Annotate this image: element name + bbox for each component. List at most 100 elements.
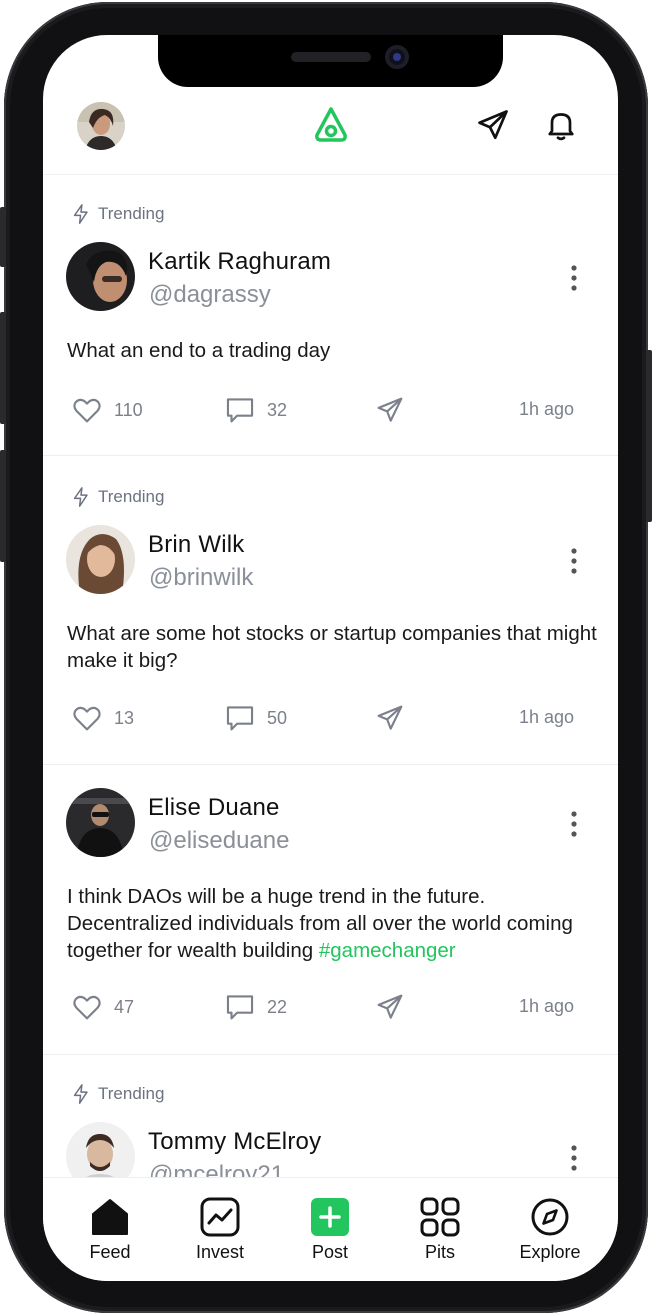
author-name[interactable]: Kartik Raghuram [148,248,331,276]
lightning-icon [73,204,88,224]
trending-tag: Trending [70,203,164,225]
post-card[interactable]: Trending Tommy McElroy @mcelroy21 [43,1055,618,1177]
author-handle[interactable]: @mcelroy21 [149,1161,284,1177]
avatar-image [66,788,135,857]
feed-list[interactable]: Trending Kartik Raghuram @dagrassy What … [43,175,618,1177]
like-count: 47 [114,996,135,1017]
like-button[interactable]: 13 [70,701,134,735]
post-card[interactable]: Trending Kartik Raghuram @dagrassy What … [43,175,618,456]
grid-icon [420,1197,460,1237]
bottom-tab-bar: Feed Invest Post Pits Explore [43,1177,618,1281]
chart-icon [200,1197,240,1237]
tab-label: Explore [519,1242,581,1262]
post-text: What an end to a trading day [67,337,602,364]
tab-post[interactable]: Post [275,1196,385,1263]
tab-explore[interactable]: Explore [495,1196,605,1263]
post-card[interactable]: Trending Brin Wilk @brinwilk What are so… [43,456,618,765]
author-handle[interactable]: @dagrassy [149,281,271,309]
post-time: 1h ago [519,996,575,1016]
profile-avatar[interactable] [77,102,125,150]
heart-icon [73,398,101,423]
post-card[interactable]: Elise Duane @eliseduane I think DAOs wil… [43,765,618,1055]
author-name[interactable]: Brin Wilk [148,531,244,559]
author-name[interactable]: Tommy McElroy [148,1128,321,1156]
comment-button[interactable]: 50 [223,701,287,735]
share-plane-icon [377,705,403,730]
tab-label: Invest [195,1242,245,1262]
post-time: 1h ago [519,707,575,727]
comment-count: 32 [267,399,288,420]
share-button[interactable] [373,701,407,735]
avatar[interactable] [66,788,135,857]
comment-icon [226,995,254,1020]
comment-button[interactable]: 22 [223,990,287,1024]
drop-logo-icon[interactable] [311,105,351,145]
paper-plane-icon[interactable] [475,107,511,143]
trending-label: Trending [98,1084,165,1103]
comment-count: 50 [267,707,288,728]
post-text-content: What are some hot stocks or startup comp… [67,622,597,672]
heart-icon [73,995,101,1020]
speaker [291,52,371,62]
more-options-icon[interactable] [559,809,589,839]
post-text-content: What an end to a trading day [67,339,331,362]
volume-up-button [0,312,6,424]
more-options-icon[interactable] [559,1143,589,1173]
lightning-icon [73,487,88,507]
post-text: What are some hot stocks or startup comp… [67,620,602,674]
lightning-icon [73,1084,88,1104]
more-options-icon[interactable] [559,263,589,293]
share-plane-icon [377,994,403,1019]
power-button [646,350,652,522]
like-button[interactable]: 110 [70,393,143,427]
volume-down-button [0,450,6,562]
post-actions: 47 22 1h ago [43,990,618,1030]
tab-label: Pits [424,1242,455,1262]
avatar[interactable] [66,525,135,594]
comment-icon [226,706,254,731]
post-time: 1h ago [519,399,575,419]
screen: Trending Kartik Raghuram @dagrassy What … [43,35,618,1281]
comment-button[interactable]: 32 [223,393,287,427]
more-options-icon[interactable] [559,546,589,576]
bell-icon[interactable] [543,107,579,143]
avatar-image [66,1122,135,1177]
share-button[interactable] [373,393,407,427]
user-avatar-image [77,102,125,150]
avatar[interactable] [66,242,135,311]
avatar-image [66,525,135,594]
avatar[interactable] [66,1122,135,1177]
like-button[interactable]: 47 [70,990,134,1024]
tab-label: Post [311,1242,349,1262]
hashtag-link[interactable]: #gamechanger [319,939,456,962]
trending-tag: Trending [70,1083,164,1105]
home-icon [92,1199,128,1235]
avatar-image [66,242,135,311]
comment-count: 22 [267,996,288,1017]
app-header [43,87,618,175]
heart-icon [73,706,101,731]
post-actions: 110 32 1h ago [43,393,618,433]
post-actions: 13 50 1h ago [43,701,618,741]
compass-icon [531,1198,569,1236]
trending-label: Trending [98,204,165,223]
like-count: 110 [114,399,143,420]
share-plane-icon [377,397,403,422]
plus-icon [311,1198,349,1236]
tab-label: Feed [89,1242,131,1262]
author-handle[interactable]: @brinwilk [149,564,253,592]
author-handle[interactable]: @eliseduane [149,827,289,855]
comment-icon [226,398,254,423]
trending-label: Trending [98,487,165,506]
tab-feed[interactable]: Feed [55,1196,165,1263]
author-name[interactable]: Elise Duane [148,794,280,822]
mute-switch [0,207,6,267]
trending-tag: Trending [70,486,164,508]
phone-frame: Trending Kartik Raghuram @dagrassy What … [0,2,652,1313]
tab-invest[interactable]: Invest [165,1196,275,1263]
like-count: 13 [114,707,135,728]
post-text: I think DAOs will be a huge trend in the… [67,883,602,964]
share-button[interactable] [373,990,407,1024]
notch [158,35,503,87]
tab-pits[interactable]: Pits [385,1196,495,1263]
